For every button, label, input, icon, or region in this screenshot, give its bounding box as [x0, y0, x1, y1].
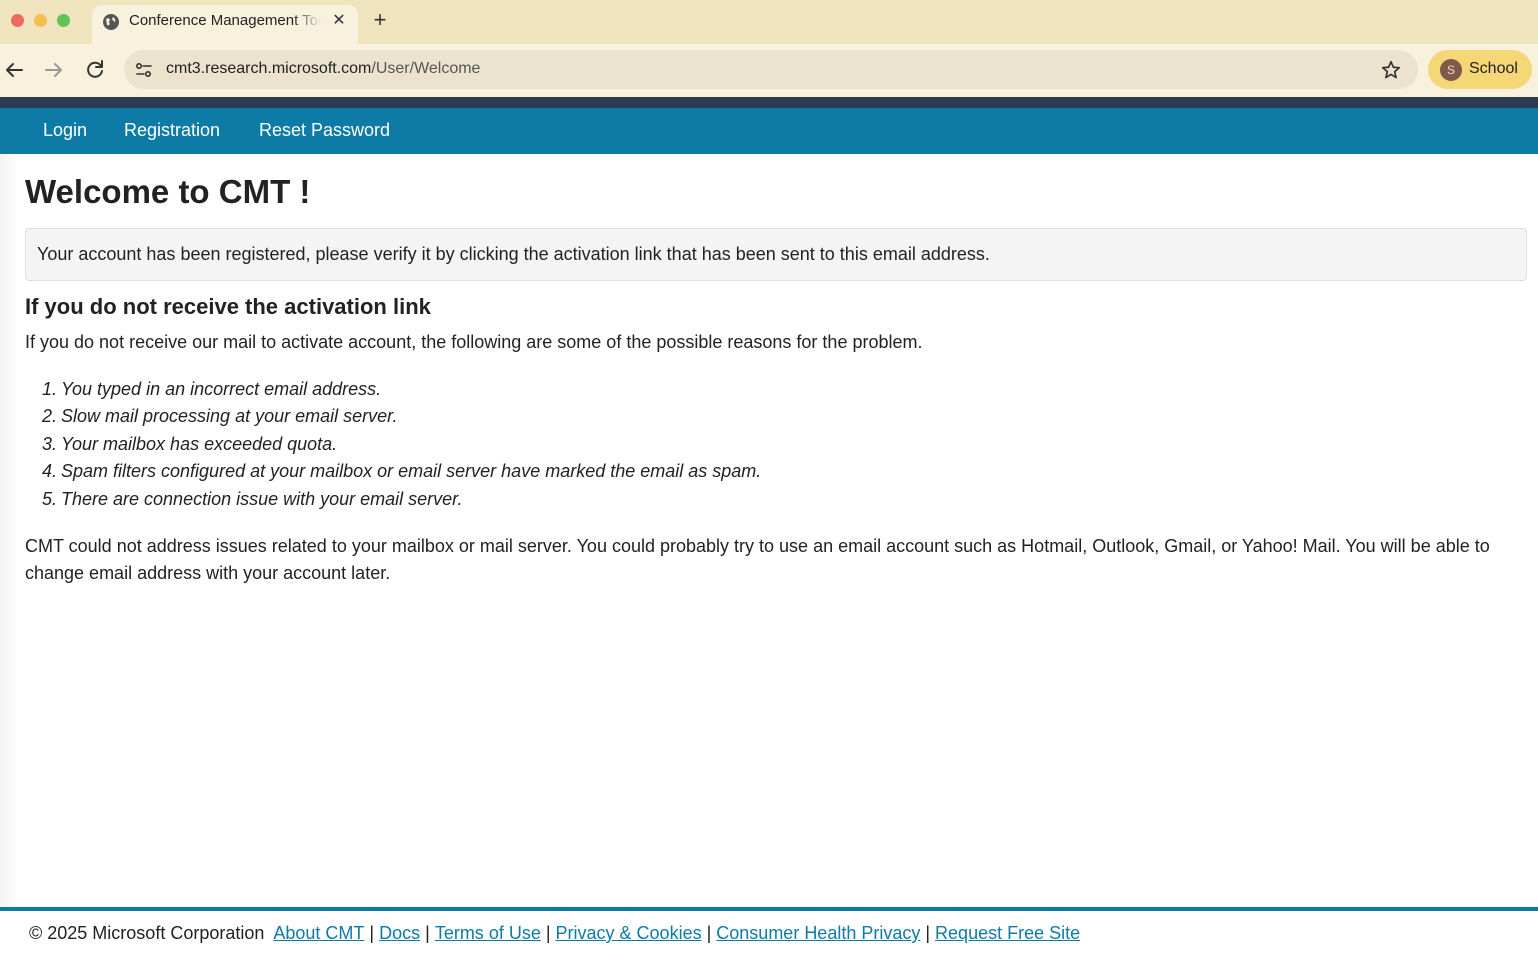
main-navbar: Login Registration Reset Password	[0, 108, 1538, 154]
page-title: Welcome to CMT !	[25, 173, 311, 210]
alert-text: Your account has been registered, please…	[37, 244, 990, 264]
address-bar[interactable]: cmt3.research.microsoft.com/User/Welcome	[124, 50, 1418, 89]
section-heading: If you do not receive the activation lin…	[25, 294, 431, 319]
page-footer: © 2025 Microsoft Corporation About CMT | D…	[0, 907, 1538, 957]
list-item: 3. Your mailbox has exceeded quota.	[41, 433, 338, 454]
footer-link-about[interactable]: About CMT	[273, 923, 364, 943]
list-item: 2. Slow mail processing at your email ser…	[41, 406, 398, 427]
url-path: /User/Welcome	[371, 60, 481, 77]
window-zoom-button[interactable]	[57, 14, 70, 27]
window-close-button[interactable]	[11, 14, 24, 27]
reason-text: There are connection issue with your ema…	[61, 488, 463, 509]
browser-tab[interactable]: Conference Management Tool ✕	[92, 5, 358, 44]
browser-toolbar: cmt3.research.microsoft.com/User/Welcome…	[0, 44, 1538, 97]
top-stripe	[0, 97, 1538, 108]
reason-text: You typed in an incorrect email address.	[61, 379, 382, 399]
globe-icon	[103, 14, 119, 30]
footer-separator: |	[706, 923, 712, 943]
left-shade	[0, 154, 18, 907]
browser-tab-bar: Conference Management Tool ✕ +	[0, 0, 1538, 44]
list-item: 1. You typed in an incorrect email addres…	[41, 379, 382, 399]
reason-text: Your mailbox has exceeded quota.	[61, 433, 338, 454]
bookmark-star-icon[interactable]	[1380, 59, 1402, 81]
page-content: Login Registration Reset Password Welcom…	[0, 97, 1538, 957]
profile-button[interactable]: S School	[1428, 50, 1532, 89]
url-text: cmt3.research.microsoft.com/User/Welcome	[166, 60, 480, 78]
reason-text: Spam filters configured at your mailbox …	[61, 461, 762, 482]
footer-link-privacy[interactable]: Privacy & Cookies	[556, 923, 702, 943]
site-settings-icon[interactable]	[134, 60, 154, 80]
window-minimize-button[interactable]	[34, 14, 47, 27]
forward-arrow-icon[interactable]	[42, 58, 66, 82]
footer-separator: |	[425, 923, 430, 943]
footer-content: © 2025 Microsoft Corporation About CMT | D…	[29, 923, 1080, 944]
tab-title: Conference Management Tool	[129, 12, 321, 29]
intro-text: If you do not receive our mail to activa…	[25, 332, 923, 352]
nav-login-link[interactable]: Login	[43, 120, 87, 141]
nav-reset-password-link[interactable]: Reset Password	[259, 120, 390, 141]
copyright-text: © 2025 Microsoft Corporation	[29, 923, 265, 943]
footer-link-health-privacy[interactable]: Consumer Health Privacy	[716, 923, 920, 943]
footer-separator: |	[369, 923, 375, 943]
profile-label: School	[1469, 60, 1518, 77]
info-alert: Your account has been registered, please…	[25, 228, 1527, 281]
footer-link-terms[interactable]: Terms of Use	[435, 923, 541, 943]
avatar: S	[1440, 59, 1462, 81]
url-host: cmt3.research.microsoft.com	[166, 60, 372, 77]
footer-link-request-site[interactable]: Request Free Site	[935, 923, 1080, 943]
reason-text: Slow mail processing at your email serve…	[61, 406, 398, 427]
footer-separator: |	[545, 923, 551, 943]
nav-registration-link[interactable]: Registration	[124, 120, 220, 141]
footer-link-docs[interactable]: Docs	[379, 923, 420, 943]
close-tab-icon[interactable]: ✕	[330, 12, 348, 30]
back-arrow-icon[interactable]	[2, 58, 26, 82]
reasons-list: 1. You typed in an incorrect email addres…	[25, 378, 761, 515]
list-item: 4. Spam filters configured at your mailbo…	[41, 461, 762, 482]
reload-icon[interactable]	[83, 58, 107, 82]
new-tab-button[interactable]: +	[369, 8, 391, 32]
list-item: 5. There are connection issue with your e…	[41, 488, 463, 509]
closing-text: CMT could not address issues related to …	[25, 536, 1490, 583]
footer-separator: |	[925, 923, 931, 943]
